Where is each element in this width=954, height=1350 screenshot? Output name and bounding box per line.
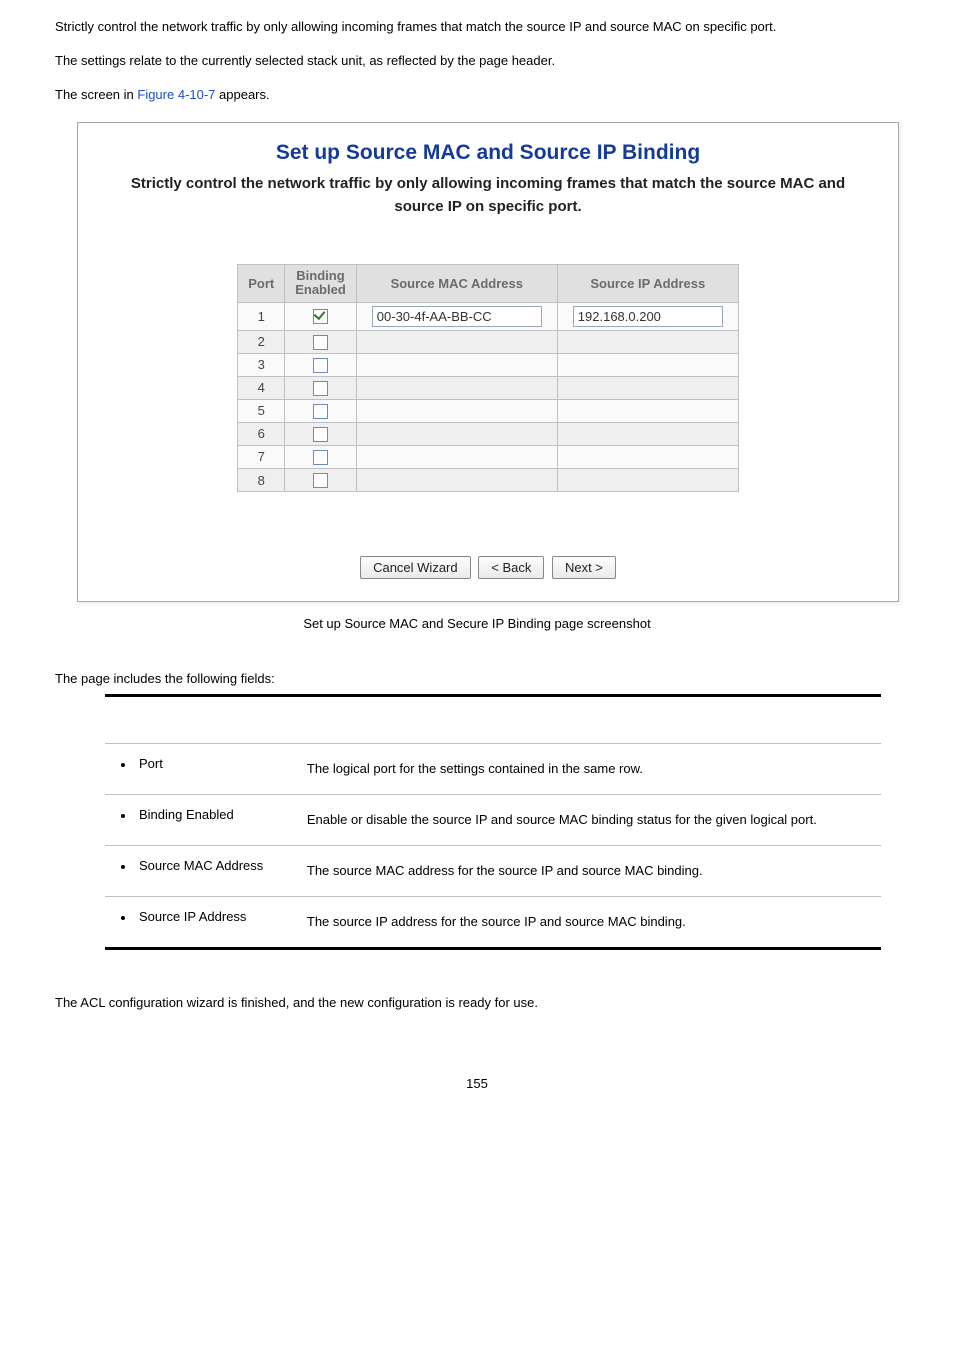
ip-cell [557, 376, 738, 399]
field-label: Binding Enabled [105, 795, 307, 846]
back-button[interactable]: < Back [478, 556, 544, 579]
intro-paragraph-3: The screen in Figure 4-10-7 appears. [55, 82, 899, 108]
cancel-wizard-button[interactable]: Cancel Wizard [360, 556, 471, 579]
binding-checkbox[interactable] [313, 381, 328, 396]
bullet-icon [121, 865, 125, 869]
field-label-text: Source IP Address [139, 909, 246, 924]
figure-subtitle: Strictly control the network traffic by … [128, 173, 848, 218]
mac-cell [356, 330, 557, 353]
fields-intro: The page includes the following fields: [55, 671, 899, 686]
table-row: 7 [238, 445, 739, 468]
mac-cell [356, 399, 557, 422]
col-port: Port [238, 265, 285, 303]
mac-cell [356, 468, 557, 491]
binding-checkbox[interactable] [313, 335, 328, 350]
mac-cell [356, 376, 557, 399]
binding-enabled-cell [285, 353, 357, 376]
binding-checkbox[interactable] [313, 309, 328, 324]
table-row: 5 [238, 399, 739, 422]
fields-row: Binding Enabled Enable or disable the sou… [105, 795, 881, 846]
port-cell: 7 [238, 445, 285, 468]
fields-header-description [307, 696, 882, 744]
mac-cell [356, 302, 557, 330]
ip-cell [557, 330, 738, 353]
figure-caption: Set up Source MAC and Secure IP Binding … [55, 616, 899, 631]
intro-paragraph-2: The settings relate to the currently sel… [55, 48, 899, 74]
field-label: Source IP Address [105, 897, 307, 949]
field-label-text: Port [139, 756, 163, 771]
col-binding: Binding Enabled [285, 265, 357, 303]
binding-table: Port Binding Enabled Source MAC Address … [237, 264, 739, 492]
field-description: The source MAC address for the source IP… [307, 846, 882, 897]
field-label-text: Source MAC Address [139, 858, 263, 873]
binding-enabled-cell [285, 399, 357, 422]
closing-paragraph: The ACL configuration wizard is finished… [55, 990, 899, 1016]
next-button[interactable]: Next > [552, 556, 616, 579]
binding-checkbox[interactable] [313, 427, 328, 442]
fields-table: Port The logical port for the settings co… [105, 694, 881, 950]
field-description: The logical port for the settings contai… [307, 744, 882, 795]
table-row: 8 [238, 468, 739, 491]
fields-row: Source IP Address The source IP address f… [105, 897, 881, 949]
ip-cell [557, 353, 738, 376]
field-description: The source IP address for the source IP … [307, 897, 882, 949]
port-cell: 8 [238, 468, 285, 491]
ip-cell [557, 422, 738, 445]
table-row: 6 [238, 422, 739, 445]
page-number: 155 [55, 1076, 899, 1091]
binding-enabled-cell [285, 302, 357, 330]
mac-cell [356, 353, 557, 376]
binding-enabled-cell [285, 330, 357, 353]
bullet-icon [121, 763, 125, 767]
field-label: Port [105, 744, 307, 795]
ip-input[interactable] [573, 306, 723, 327]
field-label: Source MAC Address [105, 846, 307, 897]
binding-checkbox[interactable] [313, 450, 328, 465]
table-row: 2 [238, 330, 739, 353]
col-mac: Source MAC Address [356, 265, 557, 303]
field-description: Enable or disable the source IP and sour… [307, 795, 882, 846]
port-cell: 1 [238, 302, 285, 330]
figure-title: Set up Source MAC and Source IP Binding [128, 141, 848, 165]
table-row: 1 [238, 302, 739, 330]
port-cell: 6 [238, 422, 285, 445]
field-label-text: Binding Enabled [139, 807, 234, 822]
port-cell: 4 [238, 376, 285, 399]
binding-checkbox[interactable] [313, 358, 328, 373]
mac-input[interactable] [372, 306, 542, 327]
bullet-icon [121, 916, 125, 920]
ip-cell [557, 445, 738, 468]
ip-cell [557, 399, 738, 422]
binding-enabled-cell [285, 468, 357, 491]
port-cell: 2 [238, 330, 285, 353]
port-cell: 5 [238, 399, 285, 422]
bullet-icon [121, 814, 125, 818]
mac-cell [356, 445, 557, 468]
binding-checkbox[interactable] [313, 473, 328, 488]
table-row: 3 [238, 353, 739, 376]
binding-enabled-cell [285, 422, 357, 445]
table-row: 4 [238, 376, 739, 399]
mac-cell [356, 422, 557, 445]
fields-row: Port The logical port for the settings co… [105, 744, 881, 795]
ip-cell [557, 302, 738, 330]
figure-screenshot: Set up Source MAC and Source IP Binding … [77, 122, 899, 602]
figure-link[interactable]: Figure 4-10-7 [137, 87, 215, 102]
ip-cell [557, 468, 738, 491]
fields-header-object [105, 696, 307, 744]
port-cell: 3 [238, 353, 285, 376]
col-ip: Source IP Address [557, 265, 738, 303]
fields-row: Source MAC Address The source MAC address… [105, 846, 881, 897]
binding-checkbox[interactable] [313, 404, 328, 419]
binding-enabled-cell [285, 376, 357, 399]
binding-enabled-cell [285, 445, 357, 468]
intro-paragraph-1: Strictly control the network traffic by … [55, 14, 899, 40]
